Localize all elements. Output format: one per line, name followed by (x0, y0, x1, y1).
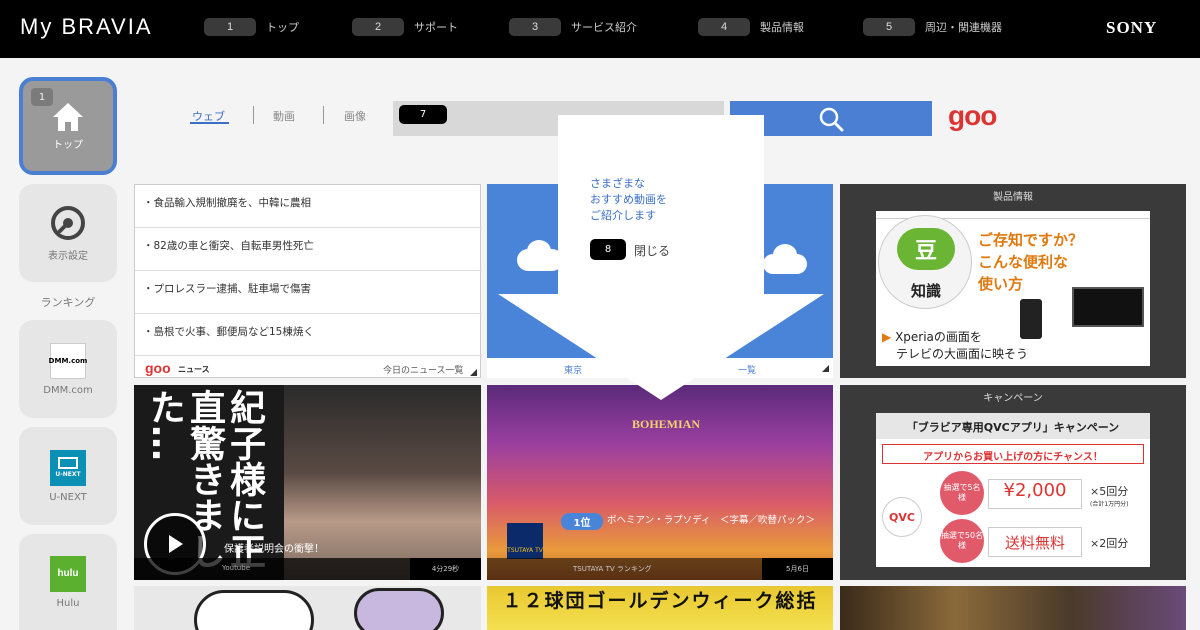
recommend-popup: さまざまな おすすめ動画を ご紹介します 8 閉じる (558, 115, 764, 295)
tsutaya-logo: TSUTAYA TV (507, 523, 543, 559)
video-caption: 保護者説明会の衝撃！ (224, 544, 324, 555)
news-panel: ・食品輸入規制撤廃を、中韓に農相 ・82歳の車と衝突、自転車男性死亡 ・プロレス… (134, 184, 482, 379)
nav-label: 製品情報 (760, 21, 804, 34)
video-info-bar: TSUTAYA TV ランキング 5月6日 (487, 558, 833, 580)
brand-title: My BRAVIA (20, 14, 153, 39)
sidebar-home-label: トップ (53, 139, 83, 151)
sidebar-app-label: Hulu (56, 597, 80, 609)
cloud-icon (773, 244, 797, 266)
sidebar-settings-tile[interactable]: 表示設定 (19, 184, 117, 282)
sidebar-app-dmm[interactable]: DMM.com DMM.com (19, 320, 117, 418)
popup-key-badge: 8 (590, 239, 626, 260)
corner-arrow-icon (470, 369, 477, 376)
popup-arrow (498, 294, 824, 400)
sidebar-app-label: DMM.com (43, 384, 93, 396)
nav-item-support[interactable]: 2 サポート (352, 18, 458, 36)
video-card-1[interactable]: 紀子様に正直驚きました… 保護者説明会の衝撃！ Youtube 4分29秒 (134, 385, 481, 580)
play-icon (169, 535, 183, 553)
video-card-2[interactable]: BOHEMIAN TSUTAYA TV 1位 ボヘミアン・ラプソディ ＜字幕／吹… (487, 385, 833, 580)
news-footer: goo ニュース 今日のニュース一覧 (135, 355, 482, 379)
news-item[interactable]: ・82歳の車と衝突、自転車男性死亡 (135, 228, 482, 271)
video-title: ボヘミアン・ラプソディ ＜字幕／吹替パック＞ (607, 515, 815, 526)
sidebar-app-hulu[interactable]: hulu Hulu (19, 534, 117, 630)
popup-close-button[interactable]: 閉じる (634, 242, 670, 259)
product-headline: ご存知ですか？ こんな便利な 使い方 (978, 231, 1084, 293)
video-source: Youtube (222, 564, 250, 572)
goo-news-sublabel: ニュース (178, 365, 210, 374)
settings-icon (51, 205, 85, 240)
goo-news-logo: goo (145, 360, 171, 376)
cloud-icon (527, 240, 551, 262)
video-info-bar: Youtube 4分29秒 (134, 558, 481, 580)
nav-item-products[interactable]: 4 製品情報 (698, 18, 804, 36)
news-item[interactable]: ・プロレスラー逮捕、駐車場で傷害 (135, 271, 482, 314)
nav-label: 周辺・関連機器 (925, 21, 1002, 34)
product-info-panel[interactable]: 製品情報 豆 知識 ご存知ですか？ こんな便利な 使い方 ▶ Xperiaの画面… (840, 184, 1186, 378)
popup-message: さまざまな おすすめ動画を ご紹介します (590, 177, 667, 222)
sony-logo: SONY (1106, 18, 1158, 37)
bean-badge: 豆 知識 (878, 215, 972, 309)
hulu-logo: hulu (50, 555, 86, 592)
goo-logo: goo (948, 100, 997, 131)
video-duration: 4分29秒 (410, 558, 481, 580)
nav-key-badge: 5 (863, 18, 915, 36)
sidebar-app-label: U-NEXT (49, 491, 87, 503)
bottom-card-title: １２球団ゴールデンウィーク総括 (502, 590, 818, 612)
tab-divider (323, 106, 324, 124)
sidebar-home-tile[interactable]: 1 トップ (19, 77, 117, 175)
nav-item-services[interactable]: 3 サービス紹介 (509, 18, 637, 36)
home-icon (53, 102, 83, 131)
video-date: 5月6日 (762, 558, 833, 580)
nav-item-top[interactable]: 1 トップ (204, 18, 299, 36)
nav-key-badge: 4 (698, 18, 750, 36)
nav-item-peripherals[interactable]: 5 周辺・関連機器 (863, 18, 1002, 36)
bottom-card-2[interactable]: １２球団ゴールデンウィーク総括 (487, 586, 833, 630)
bottom-card-1[interactable] (134, 586, 481, 630)
search-tab-video[interactable]: 動画 (273, 108, 295, 124)
product-caption: ▶ Xperiaの画面を テレビの大画面に映そう (882, 330, 1029, 361)
campaign-banner: 「ブラビア専用QVCアプリ」キャンペーン アプリからお買い上げの方にチャンス！ … (876, 413, 1150, 567)
news-more-link[interactable]: 今日のニュース一覧 (383, 363, 464, 376)
news-item[interactable]: ・島根で火事、郵便局など15棟焼く (135, 314, 482, 357)
ranking-label: ランキング (40, 296, 96, 309)
search-key-badge: 7 (399, 105, 447, 124)
nav-label: トップ (266, 21, 299, 34)
search-tab-image[interactable]: 画像 (344, 108, 366, 124)
qvc-logo: QVC (882, 497, 922, 537)
dmm-logo: DMM.com (49, 342, 87, 379)
product-banner: 豆 知識 ご存知ですか？ こんな便利な 使い方 ▶ Xperiaの画面を テレビ… (876, 211, 1150, 366)
nav-key-badge: 2 (352, 18, 404, 36)
home-key-badge: 1 (31, 88, 53, 106)
search-icon (819, 107, 844, 131)
nav-label: サポート (414, 21, 458, 34)
sidebar-app-unext[interactable]: U-NEXT U-NEXT (19, 427, 117, 525)
campaign-panel[interactable]: キャンペーン 「ブラビア専用QVCアプリ」キャンペーン アプリからお買い上げの方… (840, 385, 1186, 580)
tv-image (1072, 287, 1144, 327)
sidebar-settings-label: 表示設定 (48, 250, 88, 262)
unext-logo: U-NEXT (50, 449, 86, 486)
news-item[interactable]: ・食品輸入規制撤廃を、中韓に農相 (135, 185, 482, 228)
rank-badge: 1位 (561, 513, 603, 530)
bottom-card-3[interactable] (840, 586, 1186, 630)
top-bar: My BRAVIA 1 トップ 2 サポート 3 サービス紹介 4 製品情報 5… (0, 0, 1200, 58)
nav-label: サービス紹介 (571, 21, 637, 34)
panel-title: キャンペーン (983, 393, 1043, 404)
tab-divider (253, 106, 254, 124)
poster-title: BOHEMIAN (632, 417, 701, 431)
panel-title: 製品情報 (993, 192, 1033, 203)
nav-key-badge: 3 (509, 18, 561, 36)
active-tab-underline (190, 122, 229, 124)
nav-key-badge: 1 (204, 18, 256, 36)
video-source: TSUTAYA TV ランキング (573, 565, 652, 573)
